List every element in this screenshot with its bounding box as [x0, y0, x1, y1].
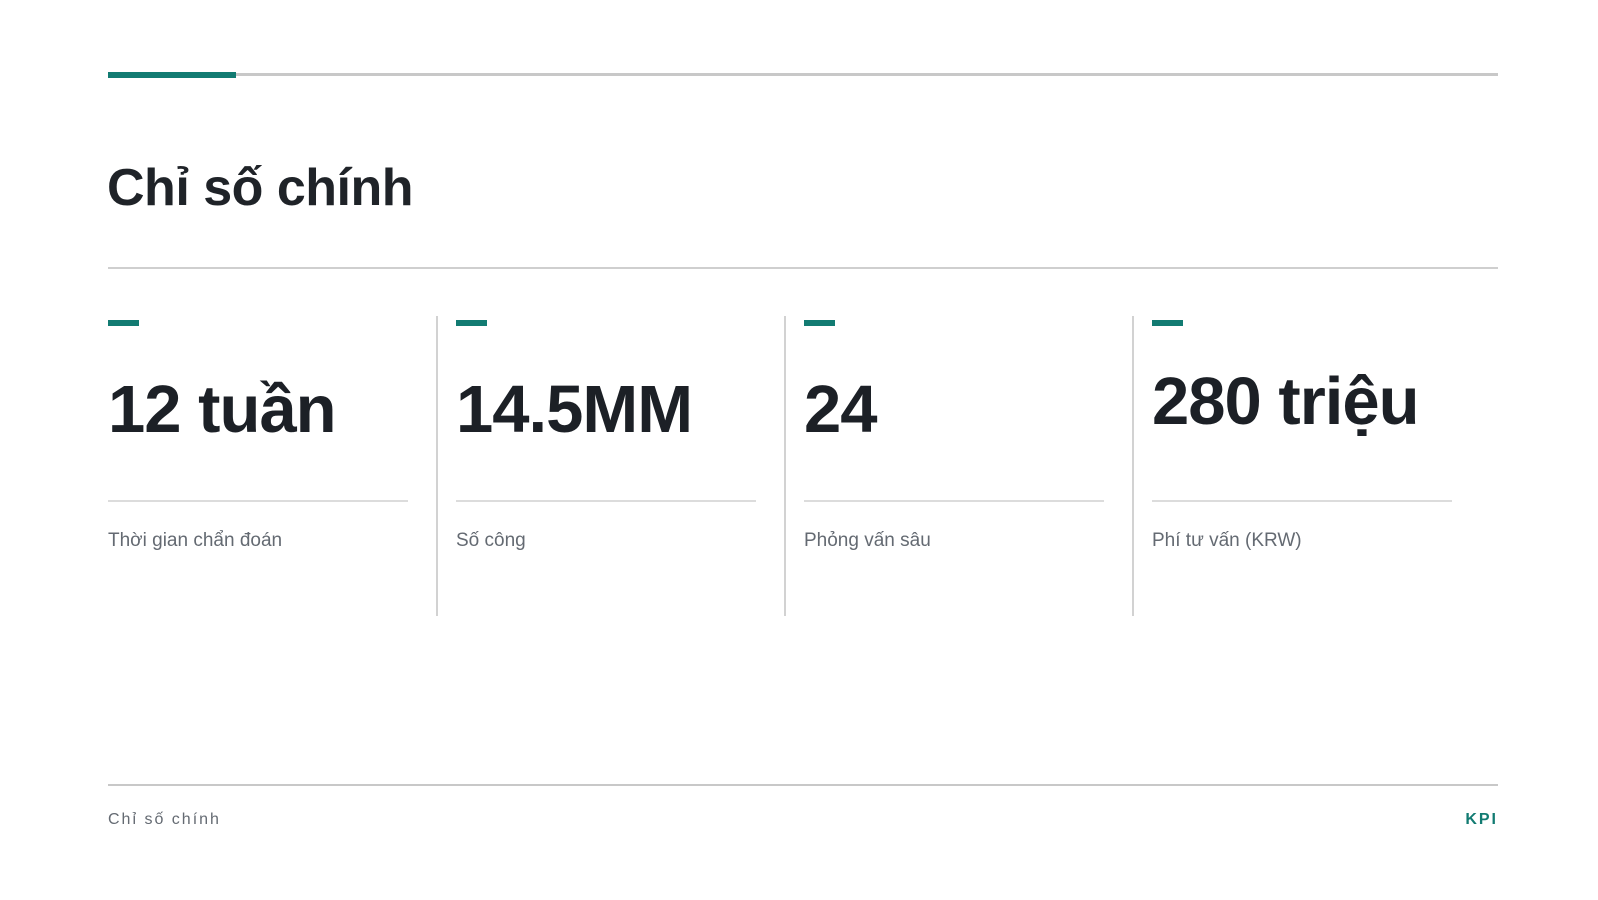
kpi-accent-bar	[1152, 320, 1183, 326]
footer-tag: KPI	[1465, 811, 1498, 828]
top-rule	[108, 73, 1498, 76]
kpi-label: Số công	[456, 530, 526, 551]
top-accent-bar	[108, 72, 236, 78]
kpi-value: 280 triệu	[1152, 364, 1420, 439]
kpi-column-divider	[436, 316, 438, 616]
footer-divider	[108, 784, 1498, 786]
kpi-label: Phí tư vấn (KRW)	[1152, 530, 1302, 551]
kpi-column-divider	[1132, 316, 1134, 616]
kpi-accent-bar	[456, 320, 487, 326]
kpi-value: 24	[804, 372, 878, 447]
kpi-rule	[804, 500, 1104, 502]
kpi-label: Phỏng vấn sâu	[804, 530, 931, 551]
kpi-accent-bar	[804, 320, 835, 326]
kpi-value: 12 tuần	[108, 372, 337, 447]
page-title: Chỉ số chính	[107, 159, 414, 217]
kpi-value: 14.5MM	[456, 372, 693, 447]
kpi-rule	[1152, 500, 1452, 502]
title-divider	[108, 267, 1498, 269]
kpi-rule	[456, 500, 756, 502]
kpi-card-diagnosis-time: 12 tuần Thời gian chẩn đoán	[108, 316, 408, 616]
footer-section-label: Chỉ số chính	[108, 811, 221, 828]
kpi-grid: 12 tuần Thời gian chẩn đoán 14.5MM Số cô…	[108, 316, 1498, 616]
kpi-rule	[108, 500, 408, 502]
kpi-card-man-months: 14.5MM Số công	[456, 316, 756, 616]
kpi-card-interviews: 24 Phỏng vấn sâu	[804, 316, 1104, 616]
kpi-label: Thời gian chẩn đoán	[108, 530, 283, 551]
kpi-card-consulting-fee: 280 triệu Phí tư vấn (KRW)	[1152, 316, 1452, 616]
kpi-column-divider	[784, 316, 786, 616]
kpi-accent-bar	[108, 320, 139, 326]
